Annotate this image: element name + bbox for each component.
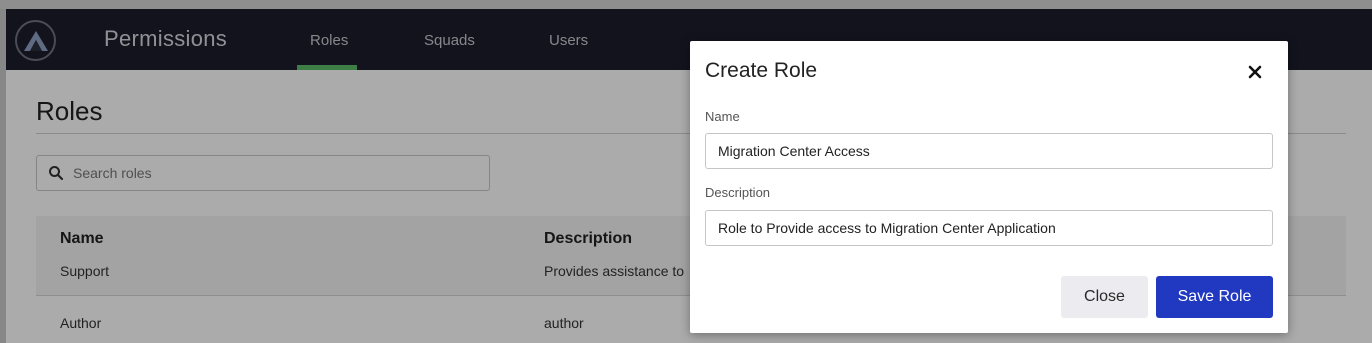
create-role-dialog: Create Role Name Description Close Save … bbox=[690, 41, 1288, 333]
description-label: Description bbox=[705, 185, 771, 200]
dialog-title: Create Role bbox=[705, 59, 818, 82]
close-icon[interactable] bbox=[1246, 63, 1264, 81]
role-description-input[interactable] bbox=[705, 210, 1273, 246]
role-name-input[interactable] bbox=[705, 133, 1273, 169]
close-button[interactable]: Close bbox=[1061, 276, 1148, 318]
name-label: Name bbox=[705, 109, 740, 124]
save-role-button[interactable]: Save Role bbox=[1156, 276, 1273, 318]
